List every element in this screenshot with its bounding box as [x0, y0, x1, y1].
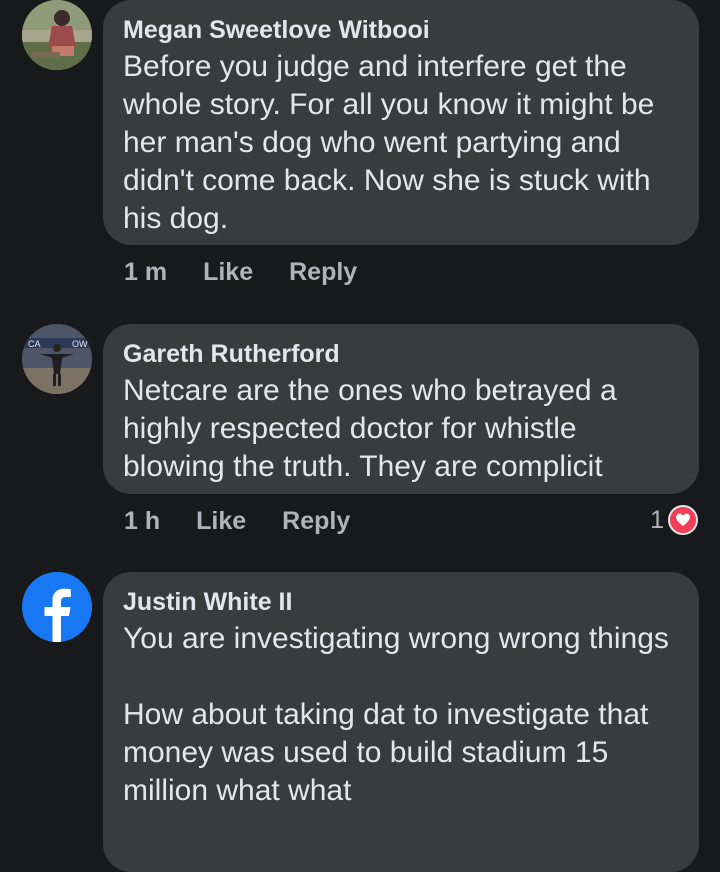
comment-bubble: Justin White II You are investigating wr…	[103, 572, 699, 872]
svg-text:CA: CA	[28, 339, 41, 349]
comment-actions: 1 m Like Reply	[124, 258, 393, 287]
facebook-logo-icon	[22, 572, 92, 642]
reaction-count: 1	[650, 505, 664, 534]
user-photo-icon	[22, 0, 92, 70]
avatar[interactable]	[22, 572, 92, 642]
user-photo-icon: CA OW	[22, 324, 92, 394]
comment-author[interactable]: Megan Sweetlove Witbooi	[123, 14, 679, 46]
comment-timestamp[interactable]: 1 h	[124, 507, 160, 536]
comment-author[interactable]: Gareth Rutherford	[123, 338, 679, 370]
comment-text: Netcare are the ones who betrayed a high…	[123, 374, 625, 483]
reaction-summary[interactable]: 1	[650, 505, 698, 535]
like-button[interactable]: Like	[203, 258, 253, 287]
reply-button[interactable]: Reply	[282, 507, 350, 536]
heart-reaction-icon	[668, 505, 698, 535]
comment-bubble: Gareth Rutherford Netcare are the ones w…	[103, 324, 699, 494]
like-button[interactable]: Like	[196, 507, 246, 536]
avatar[interactable]: CA OW	[22, 324, 92, 394]
reply-button[interactable]: Reply	[289, 258, 357, 287]
comment-actions: 1 h Like Reply	[124, 507, 386, 536]
comment-text: Before you judge and interfere get the w…	[123, 50, 663, 235]
comment-bubble: Megan Sweetlove Witbooi Before you judge…	[103, 0, 699, 245]
comment-timestamp[interactable]: 1 m	[124, 258, 167, 287]
svg-text:OW: OW	[72, 339, 88, 349]
comment-text: You are investigating wrong wrong things…	[123, 622, 669, 807]
comment-author[interactable]: Justin White II	[123, 586, 679, 618]
avatar[interactable]	[22, 0, 92, 70]
